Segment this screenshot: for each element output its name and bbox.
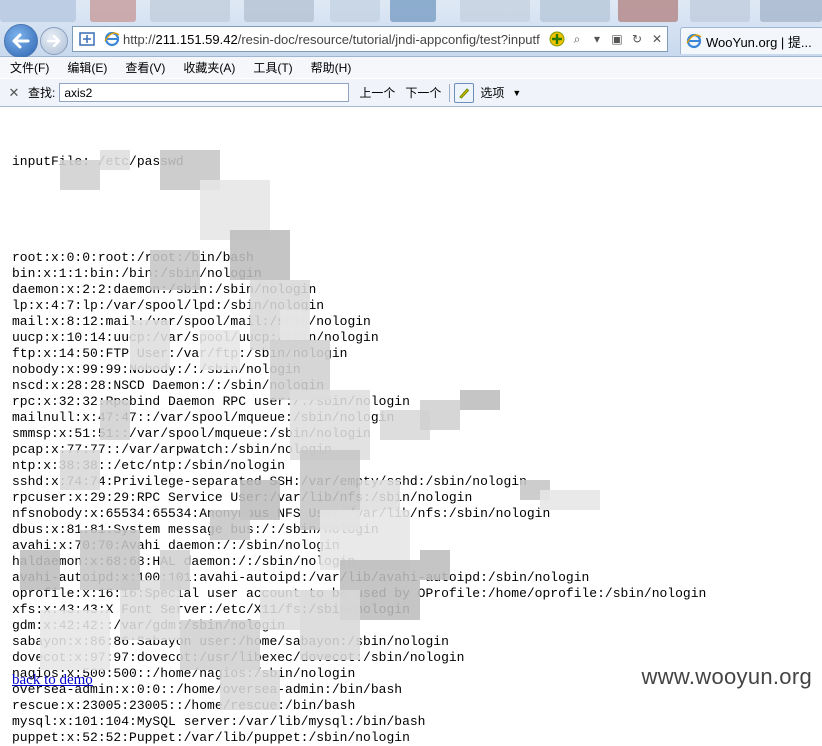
forward-button[interactable]	[40, 27, 68, 55]
passwd-line: nfsnobody:x:65534:65534:Anonymous NFS Us…	[12, 506, 551, 521]
passwd-line: ntp:x:38:38::/etc/ntp:/sbin/nologin	[12, 458, 286, 473]
passwd-line: mail:x:8:12:mail:/var/spool/mail:/sbin/n…	[12, 314, 371, 329]
arrow-left-icon	[12, 33, 30, 49]
passwd-line: mysql:x:101:104:MySQL server:/var/lib/my…	[12, 714, 426, 729]
tab-thumbnail[interactable]	[390, 0, 436, 22]
menu-edit[interactable]: 编辑(E)	[57, 59, 115, 76]
search-icon[interactable]: ⌕	[569, 31, 585, 47]
passwd-line: haldaemon:x:68:68:HAL daemon:/:/sbin/nol…	[12, 554, 356, 569]
find-options-label: 选项	[480, 86, 505, 100]
input-file-header: inputFile: /etc/passwd	[12, 154, 184, 169]
highlight-pen-icon	[454, 82, 475, 103]
passwd-line: rpc:x:32:32:Rpcbind Daemon RPC user:/:/s…	[12, 394, 410, 409]
tab-thumbnail[interactable]	[150, 0, 230, 22]
tab-thumbnail[interactable]	[90, 0, 136, 22]
menu-file[interactable]: 文件(F)	[0, 59, 57, 76]
find-prev-button[interactable]: 上一个	[359, 84, 395, 101]
divider	[449, 83, 451, 102]
tab-thumbnail[interactable]	[460, 0, 530, 22]
find-label: 查找:	[28, 86, 56, 100]
menu-tools[interactable]: 工具(T)	[243, 59, 300, 76]
passwd-line: bin:x:1:1:bin:/bin:/sbin/nologin	[12, 266, 262, 281]
passwd-line: daemon:x:2:2:daemon:/sbin:/sbin/nologin	[12, 282, 317, 297]
address-bar[interactable]: http://211.151.59.42/resin-doc/resource/…	[72, 26, 668, 52]
tab-thumbnail[interactable]	[540, 0, 610, 22]
passwd-line: rescue:x:23005:23005::/home/rescue:/bin/…	[12, 698, 356, 713]
passwd-line: sabayon:x:86:86:Sabayon user:/home/sabay…	[12, 634, 449, 649]
addon-icon[interactable]	[549, 31, 565, 47]
browser-toolbar: http://211.151.59.42/resin-doc/resource/…	[0, 0, 822, 58]
browser-tab[interactable]: WooYun.org | 提...	[680, 27, 822, 54]
tab-thumbnail[interactable]	[244, 0, 314, 22]
file-output: inputFile: /etc/passwd root:x:0:0:root:/…	[12, 122, 812, 745]
tab-thumbnail[interactable]	[0, 0, 76, 22]
passwd-line: mailnull:x:47:47::/var/spool/mqueue:/sbi…	[12, 410, 395, 425]
tab-thumbnail[interactable]	[760, 0, 822, 22]
menu-bar: 文件(F) 编辑(E) 查看(V) 收藏夹(A) 工具(T) 帮助(H)	[0, 57, 822, 78]
page-content: inputFile: /etc/passwd root:x:0:0:root:/…	[12, 122, 812, 745]
ie-tab-icon	[686, 33, 702, 49]
passwd-lines: root:x:0:0:root:/root:/bin/bash bin:x:1:1…	[12, 250, 812, 745]
passwd-line: sshd:x:74:74:Privilege-separated SSH:/va…	[12, 474, 527, 489]
chevron-down-icon: ▼	[512, 87, 522, 98]
ie-page-icon	[104, 31, 120, 47]
watermark: www.wooyun.org	[641, 664, 812, 689]
passwd-line: pcap:x:77:77::/var/arpwatch:/sbin/nologi…	[12, 442, 332, 457]
refresh-icon[interactable]: ↻	[629, 31, 645, 47]
stop-icon[interactable]: ✕	[649, 31, 665, 47]
passwd-line: gdm:x:42:42::/var/gdm:/sbin/nologin	[12, 618, 286, 633]
menu-help[interactable]: 帮助(H)	[301, 59, 360, 76]
url-path: /resin-doc/resource/tutorial/jndi-appcon…	[237, 31, 540, 47]
find-input[interactable]	[59, 83, 350, 102]
compat-icon[interactable]: ▣	[609, 31, 625, 47]
url-protocol: http://	[123, 31, 156, 47]
passwd-line: avahi:x:70:70:Avahi daemon:/:/sbin/nolog…	[12, 538, 340, 553]
passwd-line: oprofile:x:16:16:Special user account to…	[12, 586, 707, 601]
passwd-line: xfs:x:43:43:X Font Server:/etc/X11/fs:/s…	[12, 602, 410, 617]
passwd-line: lp:x:4:7:lp:/var/spool/lpd:/sbin/nologin	[12, 298, 325, 313]
url-host: 211.151.59.42	[155, 31, 238, 47]
passwd-line: puppet:x:52:52:Puppet:/var/lib/puppet:/s…	[12, 730, 410, 745]
tab-thumbnail[interactable]	[690, 0, 750, 22]
tab-title: WooYun.org | 提...	[706, 34, 812, 50]
passwd-line: avahi-autoipd:x:100:101:avahi-autoipd:/v…	[12, 570, 590, 585]
tab-thumbnail[interactable]	[618, 0, 678, 22]
passwd-line: rpcuser:x:29:29:RPC Service User:/var/li…	[12, 490, 473, 505]
passwd-line: nscd:x:28:28:NSCD Daemon:/:/sbin/nologin	[12, 378, 325, 393]
passwd-line: ftp:x:14:50:FTP User:/var/ftp:/sbin/nolo…	[12, 346, 348, 361]
find-options-button[interactable]: 选项 ▼	[454, 82, 522, 103]
passwd-line: smmsp:x:51:51::/var/spool/mqueue:/sbin/n…	[12, 426, 371, 441]
back-to-demo-link[interactable]: back to demo	[12, 672, 93, 689]
tab-thumbnail[interactable]	[330, 0, 380, 22]
url-text: http://211.151.59.42/resin-doc/resource/…	[123, 32, 547, 47]
compat-view-icon[interactable]	[79, 31, 95, 47]
menu-favorites[interactable]: 收藏夹(A)	[173, 59, 243, 76]
close-icon[interactable]: ✕	[6, 85, 22, 101]
menu-view[interactable]: 查看(V)	[115, 59, 173, 76]
dropdown-arrow-icon[interactable]: ▾	[589, 31, 605, 47]
back-button[interactable]	[4, 24, 38, 58]
arrow-right-icon	[47, 35, 61, 47]
find-next-button[interactable]: 下一个	[405, 84, 441, 101]
passwd-line: dbus:x:81:81:System message bus:/:/sbin/…	[12, 522, 379, 537]
find-bar: ✕ 查找: 上一个 下一个 选项 ▼	[0, 79, 822, 107]
passwd-line: nobody:x:99:99:Nobody:/:/sbin/nologin	[12, 362, 301, 377]
passwd-line: root:x:0:0:root:/root:/bin/bash	[12, 250, 254, 265]
tab-thumbnails-strip	[0, 0, 822, 22]
passwd-line: uucp:x:10:14:uucp:/var/spool/uucp:/sbin/…	[12, 330, 379, 345]
